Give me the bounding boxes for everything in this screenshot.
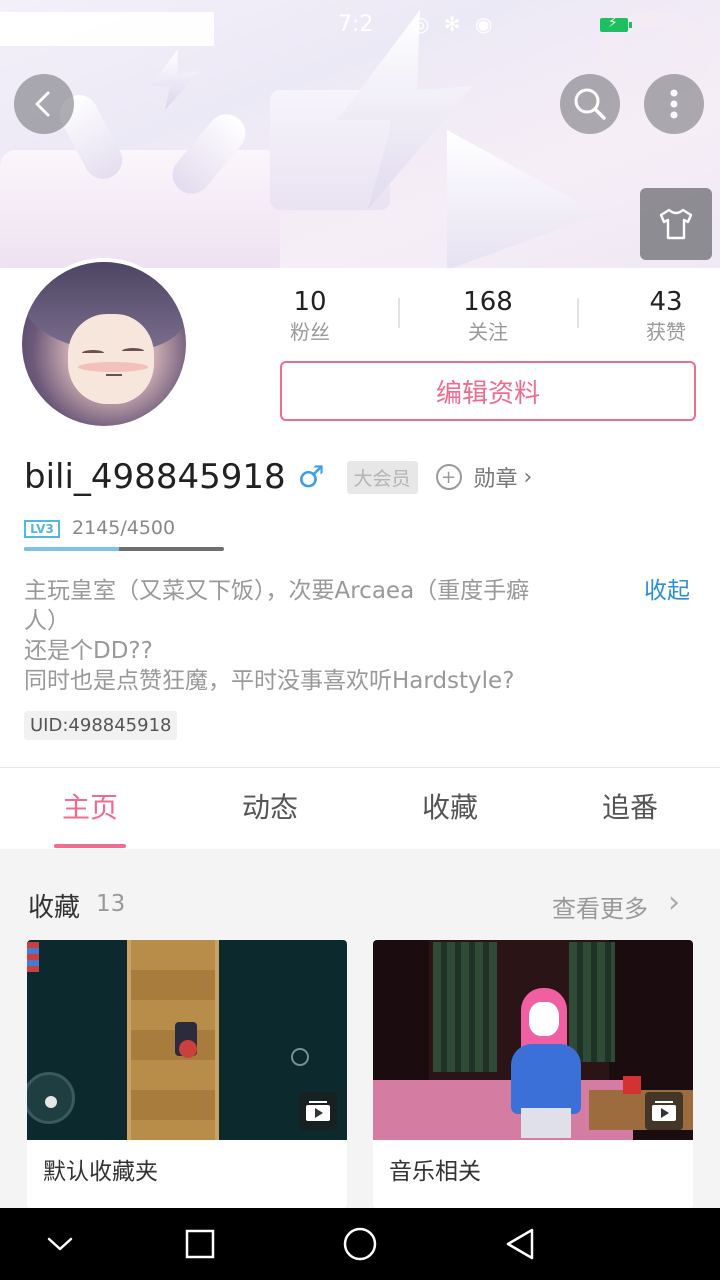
likes-count: 43 <box>649 287 683 317</box>
bio: 主玩皇室（又菜又下饭），次要Arcaea（重度手癖 人） 还是个DD?? 同时也… <box>24 576 624 696</box>
collapse-bio-link[interactable]: 收起 <box>644 576 690 606</box>
following-label: 关注 <box>468 320 508 344</box>
level-badge: LV3 <box>24 520 60 538</box>
more-vertical-icon <box>670 89 678 119</box>
vip-badge[interactable]: 大会员 <box>346 460 418 494</box>
active-tab-indicator <box>54 844 126 848</box>
followers-stat[interactable]: 10 粉丝 <box>250 286 370 346</box>
folder-thumbnail <box>373 940 693 1140</box>
medal-plus-icon[interactable]: + <box>435 464 462 490</box>
followers-count: 10 <box>293 287 327 317</box>
system-navigation-bar <box>0 1208 720 1280</box>
likes-label: 获赞 <box>646 320 686 344</box>
favorites-section-title: 收藏 <box>28 893 81 923</box>
circle-home-icon <box>343 1227 377 1261</box>
nav-back-button[interactable] <box>500 1226 540 1262</box>
change-skin-button[interactable] <box>640 188 712 260</box>
bio-line: 同时也是点赞狂魔，平时没事喜欢听Hardstyle? <box>24 668 515 694</box>
playlist-play-icon <box>299 1092 337 1130</box>
stat-divider <box>398 298 400 328</box>
exp-text: 2145/4500 <box>72 517 176 539</box>
favorite-folder-card[interactable]: 默认收藏夹 <box>27 940 347 1208</box>
back-arrow-icon <box>35 91 50 117</box>
tab-bangumi[interactable]: 追番 <box>540 768 720 848</box>
profile-tabs: 主页 动态 收藏 追番 <box>0 768 720 848</box>
tab-dynamics[interactable]: 动态 <box>180 768 360 848</box>
edit-profile-button[interactable]: 编辑资料 <box>280 361 696 421</box>
username: bili_498845918 <box>24 457 286 497</box>
triangle-back-icon <box>506 1228 534 1260</box>
home-content: 收藏 13 查看更多 › 默认收藏夹 音乐相关 <box>0 849 720 1208</box>
name-row: bili_498845918 ♂ 大会员 + 勋章 › <box>24 452 532 502</box>
status-icons: ◎ ✻ ◉ <box>412 12 497 36</box>
following-stat[interactable]: 168 关注 <box>428 286 548 346</box>
search-icon <box>574 88 606 120</box>
banner-decoration <box>0 150 280 268</box>
tab-home[interactable]: 主页 <box>0 768 180 848</box>
medal-link[interactable]: 勋章 <box>474 461 518 493</box>
status-bar: 7:2 ◎ ✻ ◉ ⚡ <box>0 0 720 48</box>
favorite-folder-card[interactable]: 音乐相关 <box>373 940 693 1208</box>
chevron-right-icon: › <box>523 464 533 490</box>
profile-banner: 7:2 ◎ ✻ ◉ ⚡ <box>0 0 720 268</box>
back-button[interactable] <box>14 74 74 134</box>
avatar-image <box>22 262 186 426</box>
nav-recents-button[interactable] <box>180 1226 220 1262</box>
folder-title: 音乐相关 <box>389 1159 481 1185</box>
search-button[interactable] <box>560 74 620 134</box>
avatar[interactable] <box>18 258 190 430</box>
square-recents-icon <box>185 1229 215 1259</box>
level-row: LV3 2145/4500 <box>24 516 224 556</box>
following-count: 168 <box>463 287 513 317</box>
likes-stat[interactable]: 43 获赞 <box>606 286 720 346</box>
stat-divider <box>577 298 579 328</box>
nav-home-button[interactable] <box>340 1226 380 1262</box>
favorites-count: 13 <box>96 891 126 917</box>
tab-favorites[interactable]: 收藏 <box>360 768 540 848</box>
banner-decoration <box>150 50 200 110</box>
followers-label: 粉丝 <box>290 320 330 344</box>
status-time: 7:2 <box>338 12 374 37</box>
status-bar-left <box>0 12 214 46</box>
battery-icon: ⚡ <box>600 15 632 32</box>
bio-line: 人） <box>24 608 70 634</box>
profile-stats: 10 粉丝 168 关注 43 获赞 <box>222 286 720 350</box>
exp-progress-fill <box>24 547 120 551</box>
playlist-play-icon <box>645 1092 683 1130</box>
chevron-right-icon[interactable]: › <box>668 885 680 920</box>
gender-male-icon: ♂ <box>297 459 325 495</box>
nav-hide-button[interactable] <box>40 1226 80 1262</box>
tshirt-icon <box>659 208 693 240</box>
folder-title: 默认收藏夹 <box>43 1159 158 1185</box>
exp-progress-bar <box>24 547 224 551</box>
bio-line: 还是个DD?? <box>24 638 153 664</box>
see-more-link[interactable]: 查看更多 <box>552 889 648 924</box>
banner-decoration <box>447 130 600 268</box>
chevron-down-icon <box>47 1237 73 1251</box>
folder-thumbnail <box>27 940 347 1140</box>
uid-badge[interactable]: UID:498845918 <box>24 711 178 740</box>
bio-line: 主玩皇室（又菜又下饭），次要Arcaea（重度手癖 <box>24 578 530 604</box>
more-button[interactable] <box>644 74 704 134</box>
